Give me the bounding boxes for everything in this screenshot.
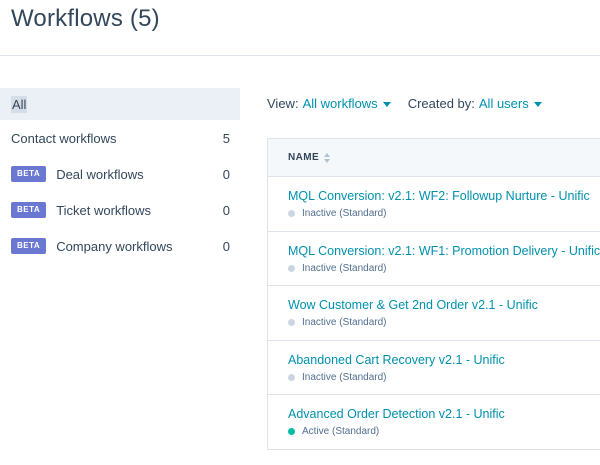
beta-badge: BETA <box>11 166 47 182</box>
sidebar-item-count: 5 <box>222 130 230 146</box>
table-row: Abandoned Cart Recovery v2.1 - Unific In… <box>268 341 600 395</box>
workflow-name-link[interactable]: Abandoned Cart Recovery v2.1 - Unific <box>288 352 600 368</box>
workflow-status: Inactive (Standard) <box>288 317 600 328</box>
workflow-status-text: Active (Standard) <box>302 426 380 437</box>
sidebar-item-all[interactable]: All <box>0 88 240 120</box>
workflow-status: Active (Standard) <box>288 426 600 437</box>
view-filter-value: All workflows <box>302 96 378 111</box>
sidebar: All Contact workflows 5 BETA Deal workfl… <box>0 88 240 264</box>
sidebar-item-count: 0 <box>222 238 230 254</box>
beta-badge: BETA <box>11 202 47 218</box>
sidebar-item-ticket-workflows[interactable]: BETA Ticket workflows 0 <box>0 192 240 228</box>
sidebar-item-label: Company workflows <box>56 238 173 254</box>
created-by-filter-value: All users <box>478 96 529 111</box>
column-header-name[interactable]: NAME <box>268 139 600 177</box>
status-dot-icon <box>288 319 295 326</box>
sidebar-item-contact-workflows[interactable]: Contact workflows 5 <box>0 120 240 156</box>
sidebar-item-label: Ticket workflows <box>56 202 152 218</box>
sidebar-item-count: 0 <box>222 166 230 182</box>
workflow-status: Inactive (Standard) <box>288 263 600 274</box>
beta-badge: BETA <box>11 238 47 254</box>
sidebar-item-count: 0 <box>222 202 230 218</box>
workflow-name-link[interactable]: Wow Customer & Get 2nd Order v2.1 - Unif… <box>288 297 600 313</box>
view-filter-dropdown[interactable]: All workflows <box>303 96 391 111</box>
status-dot-icon <box>288 428 295 435</box>
sort-icon[interactable] <box>324 152 331 163</box>
workflow-status-text: Inactive (Standard) <box>302 317 387 328</box>
workflow-status-text: Inactive (Standard) <box>302 371 387 383</box>
workflow-status-text: Inactive (Standard) <box>302 208 387 219</box>
sidebar-item-company-workflows[interactable]: BETA Company workflows 0 <box>0 228 240 264</box>
page-title: Workflows (5) <box>11 5 160 32</box>
column-header-label: NAME <box>288 152 320 163</box>
view-filter-label: View: <box>267 96 299 111</box>
workflow-name-link[interactable]: MQL Conversion: v2.1: WF1: Promotion Del… <box>288 243 600 259</box>
workflow-name-link[interactable]: MQL Conversion: v2.1: WF2: Followup Nurt… <box>288 188 600 204</box>
status-dot-icon <box>288 264 295 272</box>
status-dot-icon <box>288 373 295 381</box>
chevron-down-icon <box>533 101 542 107</box>
workflow-status-text: Inactive (Standard) <box>302 262 387 274</box>
sidebar-item-label: Contact workflows <box>11 130 117 146</box>
table-row: Wow Customer & Get 2nd Order v2.1 - Unif… <box>268 286 600 341</box>
status-dot-icon <box>288 210 295 217</box>
workflows-table: NAME MQL Conversion: v2.1: WF2: Followup… <box>267 138 600 450</box>
sidebar-item-all-label: All <box>11 95 28 113</box>
header-divider <box>0 55 600 56</box>
workflows-page: Workflows (5) All Contact workflows 5 BE… <box>0 0 600 465</box>
table-row: MQL Conversion: v2.1: WF2: Followup Nurt… <box>268 177 600 232</box>
table-row: Advanced Order Detection v2.1 - Unific A… <box>268 395 600 450</box>
created-by-filter-dropdown[interactable]: All users <box>479 96 542 111</box>
sidebar-item-label: Deal workflows <box>56 166 144 182</box>
filter-bar: View: All workflows Created by: All user… <box>267 96 542 111</box>
workflow-name-link[interactable]: Advanced Order Detection v2.1 - Unific <box>288 406 600 422</box>
workflow-status: Inactive (Standard) <box>288 208 600 219</box>
created-by-filter-label: Created by: <box>407 96 475 111</box>
workflow-status: Inactive (Standard) <box>288 372 600 383</box>
sidebar-item-deal-workflows[interactable]: BETA Deal workflows 0 <box>0 156 240 192</box>
chevron-down-icon <box>382 101 391 107</box>
table-row: MQL Conversion: v2.1: WF1: Promotion Del… <box>268 232 600 286</box>
